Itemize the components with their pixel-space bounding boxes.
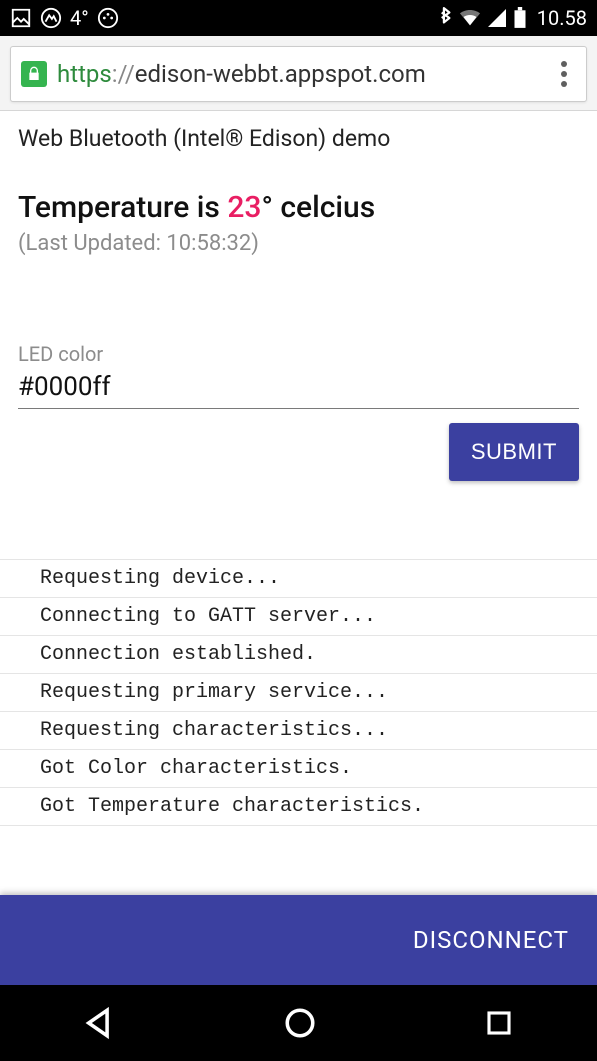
last-updated: (Last Updated: 10:58:32) <box>18 231 579 256</box>
bluetooth-icon <box>437 7 453 29</box>
temperature-value: 23 <box>227 190 261 225</box>
url-text: https://edison-webbt.appspot.com <box>57 60 542 88</box>
address-bar[interactable]: https://edison-webbt.appspot.com <box>10 46 587 102</box>
mountain-icon <box>40 7 62 29</box>
log-row: Got Color characteristics. <box>0 750 597 788</box>
back-icon[interactable] <box>83 1006 117 1040</box>
url-host: edison-webbt.appspot.com <box>135 60 426 88</box>
page-content: Web Bluetooth (Intel® Edison) demo Tempe… <box>0 111 597 826</box>
disconnect-button[interactable]: DISCONNECT <box>413 926 569 954</box>
log-row: Requesting device... <box>0 560 597 598</box>
log-row: Requesting characteristics... <box>0 712 597 750</box>
home-icon[interactable] <box>283 1006 317 1040</box>
browser-toolbar: https://edison-webbt.appspot.com <box>0 36 597 111</box>
android-nav-bar <box>0 985 597 1061</box>
log-list: Requesting device...Connecting to GATT s… <box>0 559 597 826</box>
android-status-bar: 4° 10.58 <box>0 0 597 36</box>
log-row: Requesting primary service... <box>0 674 597 712</box>
sync-icon <box>97 7 119 29</box>
led-color-label: LED color <box>18 342 579 366</box>
temperature-prefix: Temperature is <box>18 190 227 225</box>
recents-icon[interactable] <box>484 1008 514 1038</box>
page-title: Web Bluetooth (Intel® Edison) demo <box>18 125 579 152</box>
wifi-icon <box>459 8 481 28</box>
browser-menu-button[interactable] <box>552 55 576 93</box>
cell-signal-icon <box>487 8 507 28</box>
battery-icon <box>513 7 527 29</box>
lock-icon <box>21 61 47 87</box>
url-scheme: https <box>57 60 112 88</box>
temperature-heading: Temperature is 23° celcius <box>18 190 579 225</box>
status-clock: 10.58 <box>537 6 587 30</box>
log-row: Got Temperature characteristics. <box>0 788 597 826</box>
app-bottom-bar: DISCONNECT <box>0 895 597 985</box>
led-color-input[interactable] <box>18 370 579 409</box>
log-row: Connection established. <box>0 636 597 674</box>
status-temperature: 4° <box>70 6 89 30</box>
temperature-suffix: ° celcius <box>261 190 375 225</box>
submit-button[interactable]: SUBMIT <box>449 423 579 481</box>
log-row: Connecting to GATT server... <box>0 598 597 636</box>
url-separator: :// <box>112 60 135 88</box>
picture-icon <box>10 7 32 29</box>
